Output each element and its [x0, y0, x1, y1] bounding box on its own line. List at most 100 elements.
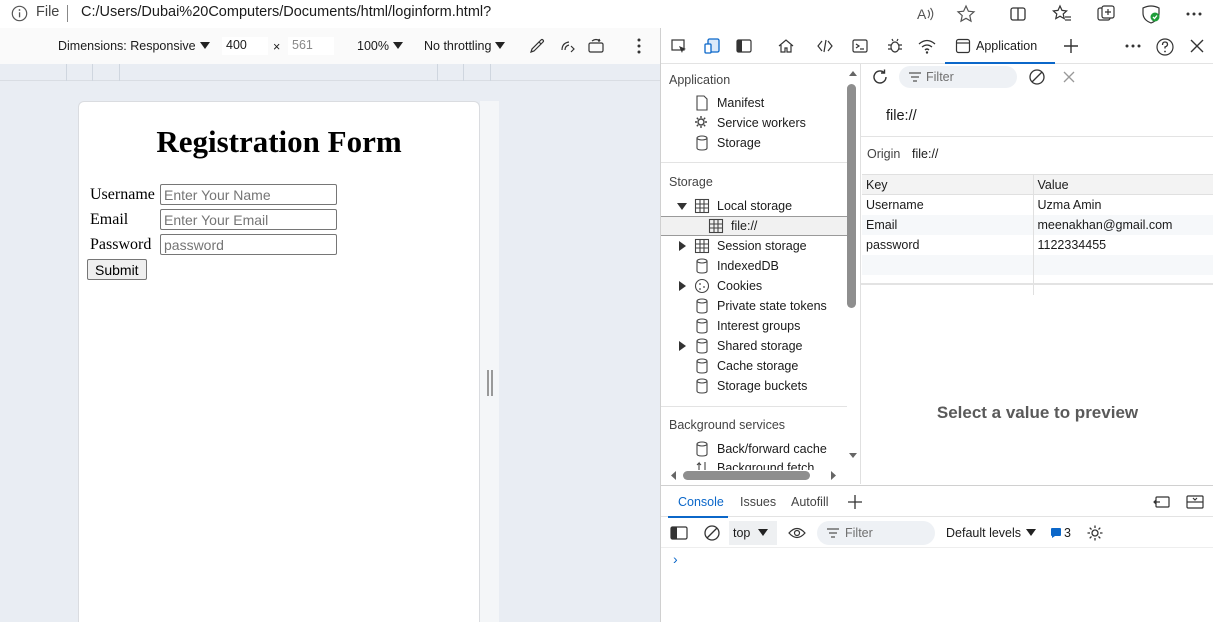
- sidebar-item-indexeddb[interactable]: IndexedDB: [693, 256, 860, 276]
- key-cell[interactable]: [862, 254, 1034, 275]
- sidebar-item-cache-storage[interactable]: Cache storage: [693, 356, 860, 376]
- device-rotate-icon[interactable]: [587, 37, 605, 55]
- username-label: Username: [90, 185, 155, 203]
- key-cell[interactable]: Email: [862, 214, 1034, 235]
- more-options-icon[interactable]: [1182, 3, 1206, 25]
- column-header-key[interactable]: Key: [862, 174, 1034, 195]
- sidebar-vertical-scrollbar[interactable]: [847, 84, 856, 308]
- key-cell[interactable]: Username: [862, 194, 1034, 215]
- tab-autofill[interactable]: Autofill: [791, 495, 829, 509]
- dimensions-dropdown[interactable]: Dimensions: Responsive: [58, 39, 210, 53]
- url-text[interactable]: C:/Users/Dubai%20Computers/Documents/htm…: [81, 4, 491, 20]
- sidebar-item-manifest[interactable]: Manifest: [693, 93, 860, 113]
- collapsed-arrow-icon[interactable]: [679, 281, 686, 291]
- more-vertical-icon[interactable]: [630, 37, 648, 55]
- sidebar-item-session-storage[interactable]: Session storage: [675, 236, 860, 256]
- sidebar-item-service-workers[interactable]: Service workers: [693, 113, 860, 133]
- inspect-element-icon[interactable]: [670, 37, 688, 55]
- zoom-dropdown[interactable]: 100%: [357, 39, 403, 53]
- tab-console[interactable]: Console: [678, 495, 724, 509]
- collapsed-arrow-icon[interactable]: [679, 341, 686, 351]
- tab-application[interactable]: Application: [945, 28, 1055, 64]
- refresh-icon[interactable]: [871, 68, 889, 86]
- context-selector[interactable]: top: [729, 521, 777, 545]
- expanded-arrow-icon[interactable]: [677, 203, 687, 210]
- sidebar-item-background-fetch[interactable]: Background fetch: [693, 459, 860, 470]
- scroll-left-arrow-icon[interactable]: [670, 471, 676, 480]
- move-drawer-icon[interactable]: [1153, 494, 1171, 510]
- split-screen-icon[interactable]: [1006, 3, 1030, 25]
- issues-count[interactable]: 3: [1064, 526, 1071, 540]
- dimensions-label: Dimensions: Responsive: [58, 39, 196, 53]
- value-cell[interactable]: [1033, 254, 1213, 275]
- more-tools-icon[interactable]: [1124, 37, 1142, 55]
- sidebar-item-storage-buckets[interactable]: Storage buckets: [693, 376, 860, 396]
- sidebar-item-back-forward-cache[interactable]: Back/forward cache: [693, 439, 860, 459]
- console-icon[interactable]: [851, 37, 869, 55]
- clear-console-icon[interactable]: [703, 524, 721, 542]
- sidebar-item-local-storage-file[interactable]: file://: [661, 216, 847, 236]
- dock-side-icon[interactable]: [735, 37, 753, 55]
- browser-essentials-icon[interactable]: [1139, 3, 1163, 25]
- height-input[interactable]: 561: [288, 37, 334, 55]
- eyedropper-icon[interactable]: [528, 37, 546, 55]
- console-prompt[interactable]: ›: [673, 551, 678, 567]
- ruler-tick: [92, 64, 93, 81]
- resize-handle[interactable]: [487, 370, 493, 396]
- read-aloud-icon[interactable]: A: [914, 3, 938, 25]
- sidebar-item-local-storage[interactable]: Local storage: [675, 196, 860, 216]
- file-icon: [693, 94, 711, 112]
- collapsed-arrow-icon[interactable]: [679, 241, 686, 251]
- password-input[interactable]: [160, 234, 337, 255]
- close-icon[interactable]: [1188, 37, 1206, 55]
- scroll-down-arrow-icon[interactable]: [849, 453, 857, 459]
- key-cell[interactable]: password: [862, 234, 1034, 255]
- column-header-value[interactable]: Value: [1033, 174, 1213, 195]
- throttling-dropdown[interactable]: No throttling: [424, 39, 506, 53]
- value-cell[interactable]: Uzma Amin: [1033, 194, 1213, 215]
- email-input[interactable]: [160, 209, 337, 230]
- device-toolbar: Dimensions: Responsive 400 × 561 100% No…: [0, 28, 660, 64]
- close-drawer-icon[interactable]: [1186, 494, 1204, 510]
- add-tab-icon[interactable]: [1062, 37, 1080, 55]
- bug-icon[interactable]: [886, 37, 904, 55]
- clear-all-icon[interactable]: [1028, 68, 1046, 86]
- sidebar-item-storage[interactable]: Storage: [693, 133, 860, 153]
- table-row[interactable]: Email meenakhan@gmail.com: [862, 214, 1213, 235]
- sidebar-item-shared-storage[interactable]: Shared storage: [675, 336, 860, 356]
- value-cell[interactable]: meenakhan@gmail.com: [1033, 214, 1213, 235]
- favorites-icon[interactable]: [1050, 3, 1074, 25]
- tab-issues[interactable]: Issues: [740, 495, 776, 509]
- submit-button[interactable]: Submit: [87, 259, 147, 280]
- elements-code-icon[interactable]: [816, 37, 834, 55]
- device-toolbar-icon[interactable]: [703, 37, 721, 55]
- log-levels-dropdown[interactable]: Default levels: [946, 526, 1037, 540]
- add-drawer-tab-icon[interactable]: [847, 494, 863, 510]
- sensors-icon[interactable]: [558, 37, 576, 55]
- scroll-up-arrow-icon[interactable]: [849, 70, 857, 76]
- scroll-right-arrow-icon[interactable]: [831, 471, 837, 480]
- sidebar-horizontal-scrollbar[interactable]: [683, 471, 810, 480]
- sidebar-item-private-state-tokens[interactable]: Private state tokens: [693, 296, 860, 316]
- collections-icon[interactable]: [1094, 3, 1118, 25]
- table-row[interactable]: password 1122334455: [862, 234, 1213, 255]
- help-icon[interactable]: [1155, 37, 1174, 56]
- value-cell[interactable]: 1122334455: [1033, 234, 1213, 255]
- storage-filter-input[interactable]: Filter: [899, 66, 1017, 88]
- sidebar-item-label: Background fetch: [717, 461, 815, 470]
- network-wifi-icon[interactable]: [917, 37, 936, 55]
- username-input[interactable]: [160, 184, 337, 205]
- welcome-home-icon[interactable]: [777, 37, 795, 55]
- sidebar-item-interest-groups[interactable]: Interest groups: [693, 316, 860, 336]
- width-input[interactable]: 400: [222, 37, 268, 55]
- console-filter-input[interactable]: Filter: [817, 521, 935, 545]
- favorite-star-icon[interactable]: [954, 3, 978, 25]
- console-sidebar-icon[interactable]: [670, 525, 688, 541]
- sidebar-item-cookies[interactable]: Cookies: [675, 276, 860, 296]
- info-icon[interactable]: [11, 5, 28, 22]
- table-row[interactable]: Username Uzma Amin: [862, 194, 1213, 215]
- table-row-empty[interactable]: [862, 254, 1213, 275]
- live-expression-eye-icon[interactable]: [788, 526, 806, 540]
- delete-selected-icon[interactable]: [1061, 69, 1077, 85]
- console-settings-gear-icon[interactable]: [1086, 524, 1104, 542]
